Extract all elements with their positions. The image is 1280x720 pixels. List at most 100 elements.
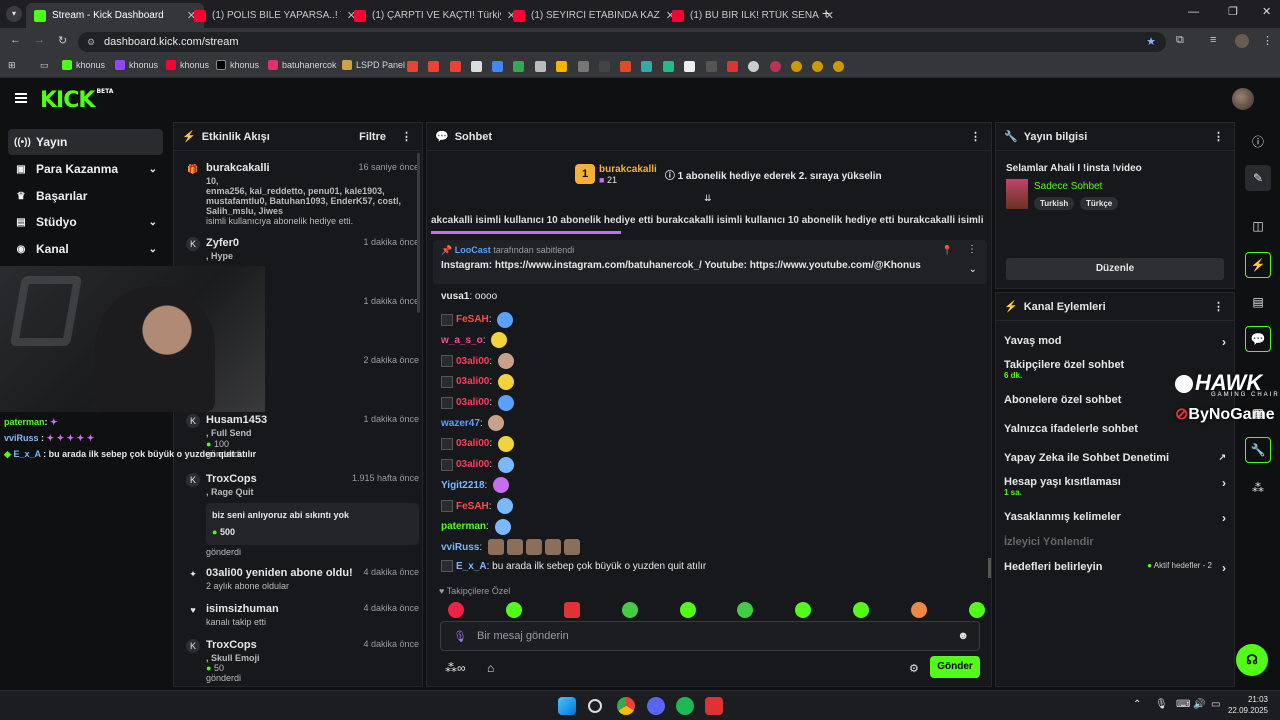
bookmark-icon[interactable] — [471, 61, 482, 72]
bookmark-icon[interactable] — [727, 61, 738, 72]
emote-icon[interactable] — [493, 477, 510, 494]
chat-message[interactable]: 03ali00: — [441, 435, 514, 452]
action-slow-mode[interactable]: Yavaş mod › — [1004, 335, 1230, 349]
action-ai-moderation[interactable]: Yapay Zeka ile Sohbet Denetimi ↗ — [1004, 452, 1230, 464]
chat-username[interactable]: vusa1 — [441, 291, 469, 302]
search-icon[interactable] — [588, 699, 602, 713]
emoji-picker-icon[interactable]: ☻ — [957, 630, 969, 642]
activity-item[interactable]: K TroxCops 4 dakika önce , Skull Emoji ●… — [184, 639, 419, 683]
chat-username[interactable]: 03ali00 — [456, 459, 489, 470]
wrench-icon[interactable]: 🔧 — [1245, 437, 1271, 463]
action-banned-words[interactable]: Yasaklanmış kelimeler › — [1004, 511, 1230, 525]
chat-message[interactable]: vusa1: oooo — [441, 291, 497, 302]
filter-button[interactable]: Filtre — [359, 131, 386, 143]
clock[interactable]: 21:03 22.09.2025 — [1218, 694, 1268, 716]
emote-icon[interactable] — [544, 539, 561, 556]
bookmark-icon[interactable] — [599, 61, 610, 72]
chat-settings-icon[interactable]: ⚙ — [909, 662, 919, 675]
bookmark-icon[interactable] — [706, 61, 717, 72]
emote-icon[interactable] — [911, 602, 927, 618]
activity-item[interactable]: ✦ 03ali00 yeniden abone oldu! 4 dakika ö… — [184, 567, 419, 591]
emote-icon[interactable] — [497, 373, 514, 390]
action-host-redirect[interactable]: İzleyici Yönlendir — [1004, 536, 1230, 548]
chat-username[interactable]: vviRuss — [441, 542, 479, 553]
forward-icon[interactable]: → — [34, 34, 45, 46]
sidebar-item-kanal[interactable]: ◉ Kanal ⌄ — [8, 236, 163, 262]
kicks-icon[interactable]: ⁂ — [1245, 475, 1271, 501]
reload-icon[interactable]: ↻ — [58, 34, 67, 47]
chat-message[interactable]: 03ali00: — [441, 394, 514, 411]
pinned-message[interactable]: 📌 LooCast tarafından sabitlendi Instagra… — [433, 240, 987, 284]
minimize-button[interactable]: — — [1188, 6, 1199, 18]
bookmark-star-icon[interactable]: ★ — [1146, 32, 1156, 52]
bookmark-icon[interactable] — [748, 61, 759, 72]
network-icon[interactable]: ⌨ — [1176, 699, 1190, 710]
close-window-button[interactable]: ✕ — [1262, 5, 1271, 18]
bookmark-icon[interactable] — [556, 61, 567, 72]
activity-item[interactable]: ♥ isimsizhuman 4 dakika önce kanalı taki… — [184, 603, 419, 627]
media-icon[interactable]: ≡ — [1210, 34, 1216, 46]
emote-icon[interactable] — [505, 602, 522, 618]
emote-icon[interactable] — [506, 539, 523, 556]
chat-message[interactable]: 03ali00: — [441, 353, 514, 370]
tab-list-icon[interactable]: ▾ — [6, 6, 22, 22]
emote-icon[interactable] — [497, 435, 514, 452]
chat-username[interactable]: 03ali00 — [456, 376, 489, 387]
tag-turkish[interactable]: Turkish — [1034, 197, 1075, 210]
user-avatar[interactable] — [1232, 88, 1254, 110]
emote-icon[interactable] — [497, 456, 514, 473]
chat-username[interactable]: 03ali00 — [456, 397, 489, 408]
chat-username[interactable]: Yigit2218 — [441, 480, 485, 491]
tab-youtube-4[interactable]: (1) BU BİR İLK! RTÜK SENARYO✕ — [664, 3, 842, 28]
collapse-icon[interactable]: ⇊ — [704, 193, 712, 204]
emote-icon[interactable] — [795, 602, 812, 618]
gmail-icon[interactable] — [450, 61, 461, 72]
document-icon[interactable]: ▤ — [1245, 289, 1271, 315]
emote-icon[interactable] — [497, 353, 514, 370]
hamburger-menu-icon[interactable] — [15, 93, 27, 103]
restore-button[interactable]: ❐ — [1228, 5, 1238, 18]
info-icon[interactable]: ⓘ — [1245, 128, 1271, 154]
emote-icon[interactable] — [563, 602, 580, 618]
tab-youtube-1[interactable]: (1) POLİS BİLE YAPARSA..! Türkiye✕ — [186, 3, 364, 28]
support-chat-button[interactable]: ☊ — [1236, 644, 1268, 676]
volume-icon[interactable]: 🔊 — [1193, 699, 1205, 710]
kicks-icon[interactable]: ⁂∞ — [445, 661, 466, 675]
address-bar[interactable]: ⚙ dashboard.kick.com/stream ★ — [78, 32, 1166, 52]
bookmark-icon[interactable] — [535, 61, 546, 72]
chat-bubble-icon[interactable]: 💬 — [1245, 326, 1271, 352]
chat-username[interactable]: w_a_s_o — [441, 335, 483, 346]
tab-youtube-2[interactable]: (1) ÇARPTI VE KAÇTI! Türkiye'de✕ — [346, 3, 524, 28]
bookmark-x[interactable]: khonus — [216, 60, 259, 70]
emote-icon[interactable] — [679, 602, 696, 618]
expand-chevron-icon[interactable]: ⌄ — [969, 264, 977, 275]
store-icon[interactable]: ⌂ — [487, 661, 494, 675]
gift-leaderboard[interactable]: 1 burakcakalli ■ 21 ⓘ 1 abonelik hediye … — [575, 161, 882, 187]
recorder-icon[interactable] — [705, 697, 723, 715]
chat-username[interactable]: wazer47 — [441, 418, 480, 429]
action-account-age[interactable]: Hesap yaşı kısıtlaması 1 sa. › — [1004, 476, 1230, 497]
sidebar-item-studyo[interactable]: ▤ Stüdyo ⌄ — [8, 209, 163, 235]
chat-username[interactable]: 03ali00 — [456, 356, 489, 367]
bookmark-icon[interactable] — [578, 61, 589, 72]
emote-icon[interactable] — [491, 332, 508, 349]
chat-username[interactable]: 03ali00 — [456, 438, 489, 449]
tab-youtube-3[interactable]: (1) SEYİRCİ ETABINDA KAZA | 5✕ — [505, 3, 683, 28]
emote-icon[interactable] — [563, 539, 580, 556]
spotify-icon[interactable] — [676, 697, 694, 715]
chat-scrollbar[interactable] — [988, 558, 991, 578]
site-info-icon[interactable]: ⚙ — [87, 32, 95, 52]
sidebar-item-yayin[interactable]: ((•)) Yayın — [8, 129, 163, 155]
activity-item[interactable]: K TroxCops 1.915 hafta önce , Rage Quit … — [184, 473, 419, 557]
stream-info-menu-icon[interactable]: ⋮ — [1213, 130, 1224, 143]
bookmark-icon[interactable] — [684, 61, 695, 72]
emote-icon[interactable] — [448, 602, 464, 618]
category-thumbnail[interactable] — [1006, 179, 1028, 209]
chat-username[interactable]: E_x_A — [456, 561, 487, 572]
bookmark-kick[interactable]: khonus — [62, 60, 105, 70]
chat-message[interactable]: w_a_s_o: — [441, 332, 508, 349]
extensions-icon[interactable]: ⧉ — [1176, 34, 1184, 47]
bookmark-icon[interactable] — [513, 61, 524, 72]
emote-icon[interactable] — [497, 394, 514, 411]
chat-username[interactable]: FeSAH — [456, 501, 489, 512]
